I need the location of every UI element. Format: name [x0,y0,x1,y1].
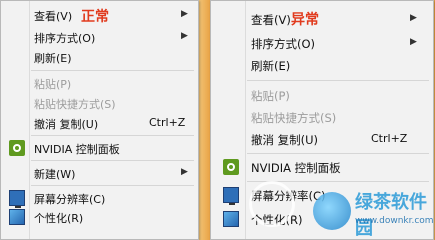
nvidia-icon [9,140,25,156]
menu-item-label: 个性化(R) [34,212,84,225]
menu-item-label: 粘贴快捷方式(S) [34,98,116,111]
status-tag-normal: 正常 [81,9,109,25]
menu-item-label: 粘贴快捷方式(S) [251,111,337,125]
menu-item-label: 撤消 复制(U) [251,133,319,147]
monitor-icon [223,187,239,205]
submenu-arrow-icon: ▶ [181,31,188,41]
menu-item-paste-shortcut: 粘贴快捷方式(S) [1,93,198,115]
submenu-arrow-icon: ▶ [410,37,417,47]
menu-separator [31,160,194,161]
menu-item-label: 撤消 复制(U) [34,118,99,131]
menu-item-label: 刷新(E) [34,52,72,65]
highlight-circle [249,181,295,227]
nvidia-icon [223,159,239,175]
menu-item-view[interactable]: 查看(V) ▶ [211,9,433,31]
menu-shortcut: Ctrl+Z [149,116,186,129]
watermark-url: www.downkr.com [355,216,434,226]
menu-item-undo-copy[interactable]: 撤消 复制(U) Ctrl+Z [211,129,433,151]
menu-item-nvidia[interactable]: NVIDIA 控制面板 [211,157,433,179]
personalize-icon [9,209,25,225]
menu-item-paste: 粘贴(P) [211,85,433,107]
menu-separator [247,80,429,81]
submenu-arrow-icon: ▶ [181,9,188,19]
menu-item-label: 查看(V) [251,13,291,27]
watermark-logo-icon [313,192,351,230]
menu-item-label: 粘贴(P) [34,78,72,91]
menu-item-sort[interactable]: 排序方式(O) ▶ [211,33,433,55]
menu-item-sort[interactable]: 排序方式(O) ▶ [1,27,198,49]
menu-item-label: 刷新(E) [251,59,291,73]
menu-separator [31,135,194,136]
menu-item-personalize[interactable]: 个性化(R) [1,207,198,229]
watermark: 绿茶软件园 www.downkr.com [313,188,434,239]
status-tag-abnormal: 异常 [291,12,319,28]
menu-item-label: 排序方式(O) [251,37,316,51]
menu-item-nvidia[interactable]: NVIDIA 控制面板 [1,138,198,160]
menu-item-label: 屏幕分辨率(C) [34,193,106,206]
menu-separator [31,185,194,186]
personalize-icon [223,211,239,227]
desktop-gap [198,0,210,240]
menu-item-paste: 粘贴(P) [1,73,198,95]
menu-item-undo-copy[interactable]: 撤消 复制(U) Ctrl+Z [1,113,198,135]
context-menu-normal: 查看(V) ▶ 正常 排序方式(O) ▶ 刷新(E) 粘贴(P) 粘贴快捷方式(… [0,0,199,240]
submenu-arrow-icon: ▶ [181,167,188,177]
menu-separator [247,153,429,154]
menu-item-new[interactable]: 新建(W) ▶ [1,163,198,185]
watermark-name: 绿茶软件园 [355,192,427,239]
submenu-arrow-icon: ▶ [410,13,417,23]
menu-item-refresh[interactable]: 刷新(E) [1,47,198,69]
menu-item-label: 排序方式(O) [34,32,96,45]
menu-item-label: 查看(V) [34,10,73,23]
menu-item-label: 粘贴(P) [251,89,290,103]
menu-separator [31,70,194,71]
menu-item-label: NVIDIA 控制面板 [34,143,120,156]
menu-item-label: 新建(W) [34,168,76,181]
menu-shortcut: Ctrl+Z [371,132,408,145]
menu-item-refresh[interactable]: 刷新(E) [211,55,433,77]
menu-item-paste-shortcut: 粘贴快捷方式(S) [211,107,433,129]
monitor-icon [9,190,25,208]
menu-item-label: NVIDIA 控制面板 [251,161,341,175]
